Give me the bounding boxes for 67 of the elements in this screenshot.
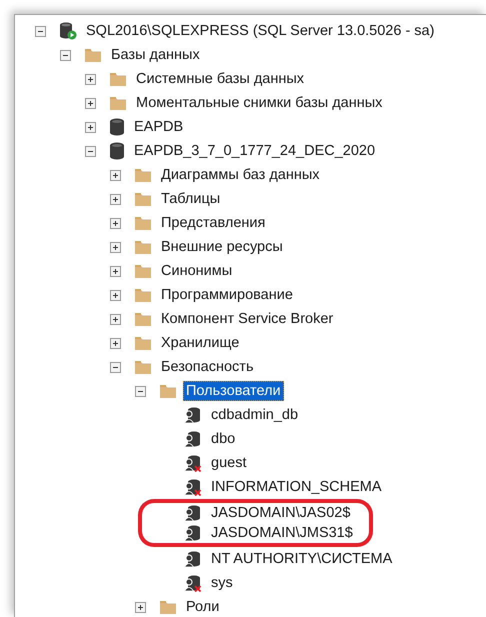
collapse-icon[interactable]	[110, 362, 121, 372]
tree-item[interactable]: NT AUTHORITY\СИСТЕМА	[208, 549, 396, 569]
tree-item[interactable]: Синонимы	[158, 261, 236, 281]
folder-icon	[159, 599, 177, 615]
database-icon	[109, 118, 125, 136]
expand-icon[interactable]	[110, 242, 121, 252]
folder-icon	[134, 311, 152, 327]
user-icon	[184, 524, 202, 542]
tree-item[interactable]: Представления	[158, 213, 268, 233]
tree-item[interactable]: Таблицы	[158, 189, 224, 209]
folder-icon	[134, 335, 152, 351]
user-icon	[184, 550, 202, 568]
user-icon	[184, 504, 202, 522]
folder-icon	[109, 95, 127, 111]
folder-icon	[134, 263, 152, 279]
folder-icon	[134, 287, 152, 303]
tree-item[interactable]: dbo	[208, 429, 238, 449]
tree-item[interactable]: Базы данных	[108, 45, 203, 65]
tree-item[interactable]: JASDOMAIN\JAS02$	[208, 503, 354, 523]
folder-icon	[159, 383, 177, 399]
tree-item[interactable]: Роли	[183, 597, 222, 617]
expand-icon[interactable]	[135, 602, 146, 612]
folder-icon	[134, 167, 152, 183]
collapse-icon[interactable]	[35, 26, 46, 36]
expand-icon[interactable]	[110, 194, 121, 204]
expand-icon[interactable]	[110, 338, 121, 348]
tree-item[interactable]: Хранилище	[158, 333, 242, 353]
disabled-user-icon	[184, 454, 202, 472]
tree-item[interactable]: Моментальные снимки базы данных	[133, 93, 386, 113]
tree-item[interactable]: Пользователи	[183, 381, 284, 401]
tree-item[interactable]: Компонент Service Broker	[158, 309, 336, 329]
tree-item[interactable]: Безопасность	[158, 357, 256, 377]
folder-icon	[109, 71, 127, 87]
tree-item[interactable]: JASDOMAIN\JMS31$	[208, 523, 356, 543]
expand-icon[interactable]	[110, 170, 121, 180]
folder-icon	[134, 191, 152, 207]
expand-icon[interactable]	[110, 218, 121, 228]
collapse-icon[interactable]	[85, 146, 96, 156]
disabled-user-icon	[184, 478, 202, 496]
expand-icon[interactable]	[85, 122, 96, 132]
tree-item[interactable]: EAPDB_3_7_0_1777_24_DEC_2020	[131, 141, 378, 161]
expand-icon[interactable]	[110, 290, 121, 300]
expand-icon[interactable]	[85, 74, 96, 84]
tree-item[interactable]: SQL2016\SQLEXPRESS (SQL Server 13.0.5026 - sa)	[83, 21, 438, 41]
tree-item[interactable]: INFORMATION_SCHEMA	[208, 477, 385, 497]
expand-icon[interactable]	[110, 266, 121, 276]
tree-item[interactable]: Внешние ресурсы	[158, 237, 286, 257]
collapse-icon[interactable]	[135, 386, 146, 396]
tree-item[interactable]: Программирование	[158, 285, 296, 305]
tree-item[interactable]: Системные базы данных	[133, 69, 308, 89]
collapse-icon[interactable]	[60, 50, 71, 60]
user-icon	[184, 430, 202, 448]
user-icon	[184, 406, 202, 424]
folder-icon	[134, 239, 152, 255]
expand-icon[interactable]	[85, 98, 96, 108]
tree-item[interactable]: cdbadmin_db	[208, 405, 302, 425]
folder-icon	[84, 47, 102, 63]
server-icon	[59, 22, 77, 40]
folder-icon	[134, 359, 152, 375]
folder-icon	[134, 215, 152, 231]
tree-item[interactable]: EAPDB	[131, 117, 186, 137]
expand-icon[interactable]	[110, 314, 121, 324]
tree-item[interactable]: Диаграммы баз данных	[158, 165, 323, 185]
disabled-user-icon	[184, 574, 202, 592]
tree-item[interactable]: guest	[208, 453, 250, 473]
tree-item[interactable]: sys	[208, 573, 236, 593]
database-icon	[109, 142, 125, 160]
